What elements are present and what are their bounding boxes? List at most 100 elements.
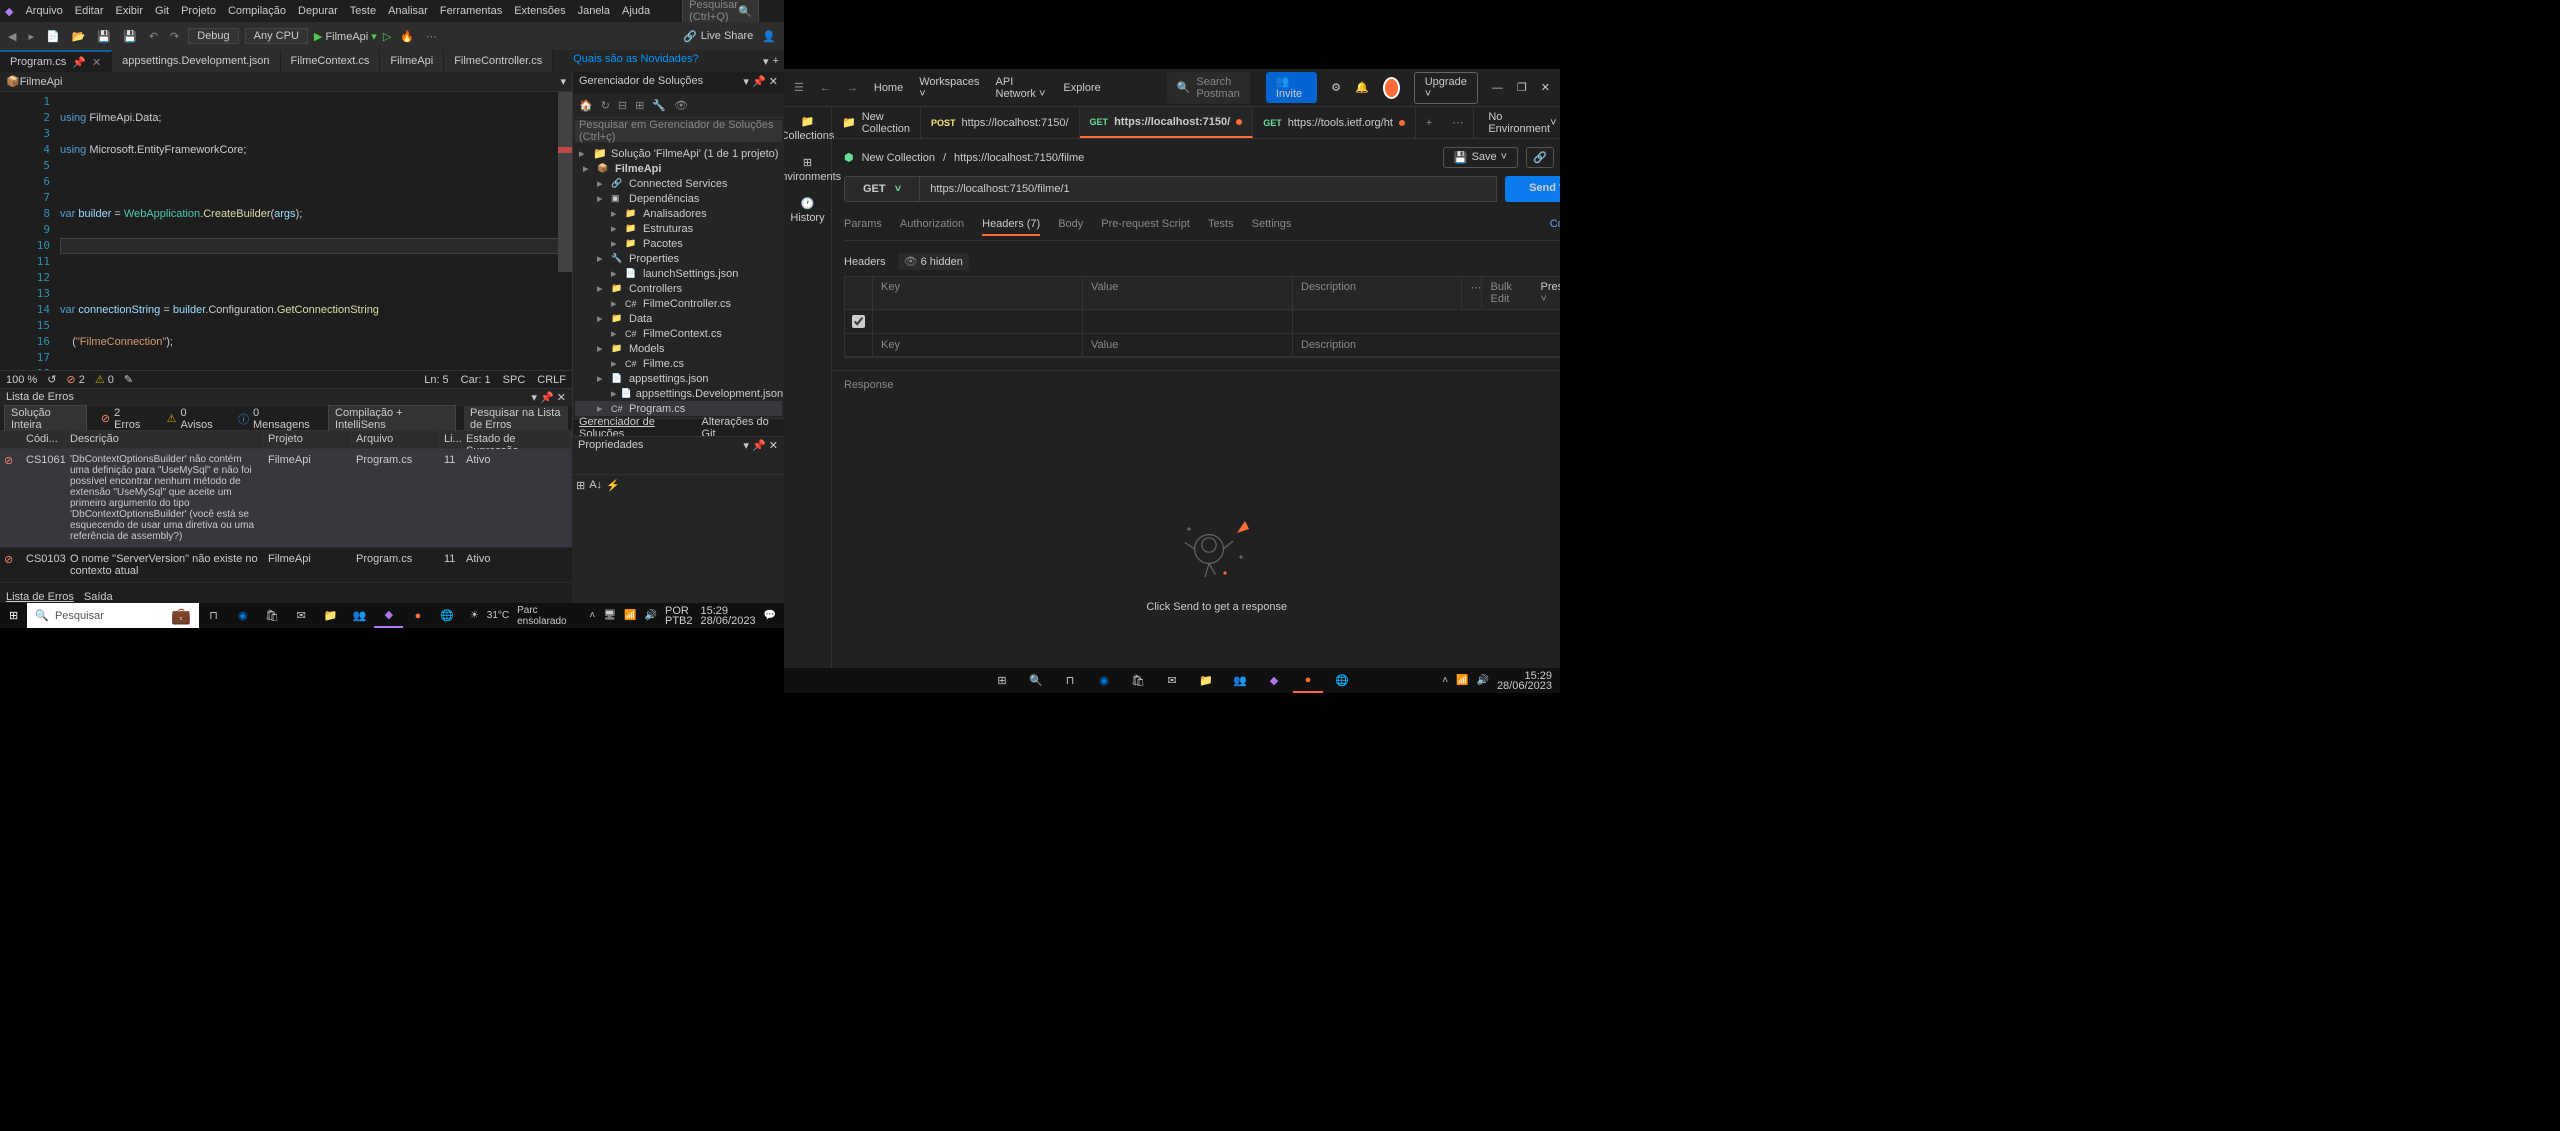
col-line[interactable]: Li... <box>440 431 462 448</box>
menu-projeto[interactable]: Projeto <box>181 5 216 17</box>
pin-icon[interactable]: 📌 <box>752 76 766 88</box>
save-icon[interactable]: 💾 <box>94 30 114 43</box>
description-input[interactable] <box>1293 310 1560 333</box>
value-input[interactable]: Value <box>1083 334 1293 356</box>
menu-arquivo[interactable]: Arquivo <box>25 5 62 17</box>
postman-search[interactable]: 🔍 Search Postman <box>1167 72 1250 104</box>
menu-ajuda[interactable]: Ajuda <box>622 5 650 17</box>
menu-teste[interactable]: Teste <box>350 5 376 17</box>
tab-menu-button[interactable]: ⋯ <box>1442 107 1473 138</box>
chrome-icon[interactable]: 🌐 <box>1327 668 1357 693</box>
mail-icon[interactable]: ✉ <box>287 603 316 628</box>
menu-git[interactable]: Git <box>155 5 169 17</box>
tab-error-list[interactable]: Lista de Erros <box>6 591 74 603</box>
environment-selector[interactable]: No Environment ˅ <box>1473 107 1560 138</box>
tab-post-request[interactable]: POST https://localhost:7150/ <box>921 107 1080 138</box>
postman-icon[interactable]: ● <box>403 603 432 628</box>
config-combo[interactable]: Debug <box>188 28 238 44</box>
tree-item[interactable]: ▸📁Analisadores <box>575 206 782 221</box>
pin-icon[interactable]: 📌 <box>752 440 766 452</box>
tree-item[interactable]: ▸📁Controllers <box>575 281 782 296</box>
forward-icon[interactable]: → <box>847 82 858 94</box>
close-icon[interactable]: ✕ <box>557 392 566 404</box>
tab-settings[interactable]: Settings <box>1252 214 1292 236</box>
account-icon[interactable]: 👤 <box>759 30 779 43</box>
upgrade-button[interactable]: Upgrade ˅ <box>1414 72 1478 104</box>
sync-icon[interactable]: ↻ <box>599 99 612 112</box>
nav-api-network[interactable]: API Network ˅ <box>996 76 1048 100</box>
open-icon[interactable]: 📂 <box>69 30 89 43</box>
tab-appsettings-dev[interactable]: appsettings.Development.json <box>112 50 280 72</box>
mail-icon[interactable]: ✉ <box>1157 668 1187 693</box>
task-view-icon[interactable]: ⊓ <box>199 603 228 628</box>
header-checkbox[interactable] <box>852 315 865 328</box>
value-input[interactable] <box>1083 310 1293 333</box>
tree-item[interactable]: ▸C#FilmeContext.cs <box>575 326 782 341</box>
collapse-icon[interactable]: ⊟ <box>616 99 629 112</box>
zoom-level[interactable]: 100 % <box>6 374 37 386</box>
menu-depurar[interactable]: Depurar <box>298 5 338 17</box>
live-share-button[interactable]: 🔗 Live Share <box>683 30 753 43</box>
start-button[interactable]: ⊞ <box>987 668 1017 693</box>
error-count[interactable]: ⊘ 2 <box>66 373 84 386</box>
close-icon[interactable]: ✕ <box>769 76 778 88</box>
description-input[interactable]: Description <box>1293 334 1560 356</box>
invite-button[interactable]: 👥 Invite <box>1266 72 1317 103</box>
editor-navbar[interactable]: 📦 FilmeApi ▾ <box>0 72 572 92</box>
tree-item[interactable]: ▸📁Estruturas <box>575 221 782 236</box>
method-selector[interactable]: GET ˅ <box>844 176 920 202</box>
close-tab-icon[interactable]: ✕ <box>92 56 101 69</box>
search-icon[interactable]: 🔍 <box>1021 668 1051 693</box>
tray-up-icon[interactable]: ˄ <box>1442 675 1448 686</box>
volume-icon[interactable]: 🔊 <box>645 610 657 621</box>
tab-get-request-2[interactable]: GET https://tools.ietf.org/ht <box>1253 107 1416 138</box>
explorer-icon[interactable]: 📁 <box>1191 668 1221 693</box>
tab-dropdown-icon[interactable]: ▾ <box>763 55 769 68</box>
teams-icon[interactable]: 👥 <box>345 603 374 628</box>
weather-icon[interactable]: ☀ <box>470 610 479 621</box>
clock-time[interactable]: 15:29 <box>701 606 756 616</box>
pin-icon[interactable]: 📌 <box>72 56 86 69</box>
tab-program-cs[interactable]: Program.cs 📌 ✕ <box>0 50 112 72</box>
save-button[interactable]: 💾 Save ˅ <box>1443 147 1518 168</box>
wifi-icon[interactable]: 📶 <box>624 610 636 621</box>
properties-icon[interactable]: 🔧 <box>650 99 668 112</box>
error-row[interactable]: ⊘ CS1061 'DbContextOptionsBuilder' não c… <box>0 449 572 548</box>
navbar-dropdown-icon[interactable]: ▾ <box>560 75 566 88</box>
tree-item[interactable]: ▸C#Filme.cs <box>575 356 782 371</box>
other-icon[interactable]: ⋯ <box>423 30 440 43</box>
close-icon[interactable]: ✕ <box>1541 81 1550 94</box>
send-button[interactable]: Send ˅ <box>1505 176 1560 202</box>
hot-reload-icon[interactable]: 🔥 <box>397 30 417 43</box>
dropdown-icon[interactable]: ▾ <box>743 440 749 452</box>
tree-item[interactable]: ▸C#Program.cs <box>575 401 782 416</box>
warnings-filter[interactable]: ⚠ 0 Avisos <box>161 405 224 433</box>
errors-filter[interactable]: ⊘ 2 Erros <box>95 405 153 433</box>
key-input[interactable] <box>873 310 1083 333</box>
add-tab-button[interactable]: + <box>1416 107 1442 138</box>
menu-extensoes[interactable]: Extensões <box>514 5 565 17</box>
code-text[interactable]: using FilmeApi.Data; using Microsoft.Ent… <box>60 92 572 370</box>
clock-time[interactable]: 15:29 <box>1497 671 1552 681</box>
saveall-icon[interactable]: 💾 <box>120 30 140 43</box>
vs-icon[interactable]: ◆ <box>1259 668 1289 693</box>
events-icon[interactable]: ⚡ <box>606 479 620 492</box>
tab-filmecontroller[interactable]: FilmeController.cs <box>444 50 553 72</box>
maximize-icon[interactable]: ❐ <box>1517 81 1527 94</box>
notifications-icon[interactable]: 🔔 <box>1355 81 1369 94</box>
avatar[interactable] <box>1383 77 1400 99</box>
notifications-icon[interactable]: 💬 <box>764 610 776 621</box>
tab-params[interactable]: Params <box>844 214 882 236</box>
col-code[interactable]: Códi... <box>22 431 66 448</box>
line-ending[interactable]: CRLF <box>537 374 566 386</box>
clock-date[interactable]: 28/06/2023 <box>701 616 756 626</box>
settings-icon[interactable]: ⚙ <box>1331 81 1341 94</box>
col-file[interactable]: Arquivo <box>352 431 440 448</box>
code-editor[interactable]: 1234567891011121314151617181920212223242… <box>0 92 572 370</box>
nav-explore[interactable]: Explore <box>1063 82 1100 94</box>
tab-authorization[interactable]: Authorization <box>900 214 964 236</box>
tab-body[interactable]: Body <box>1058 214 1083 236</box>
pin-icon[interactable]: ▾ <box>531 392 537 404</box>
menu-janela[interactable]: Janela <box>578 5 610 17</box>
tree-item[interactable]: ▸📄appsettings.json <box>575 371 782 386</box>
